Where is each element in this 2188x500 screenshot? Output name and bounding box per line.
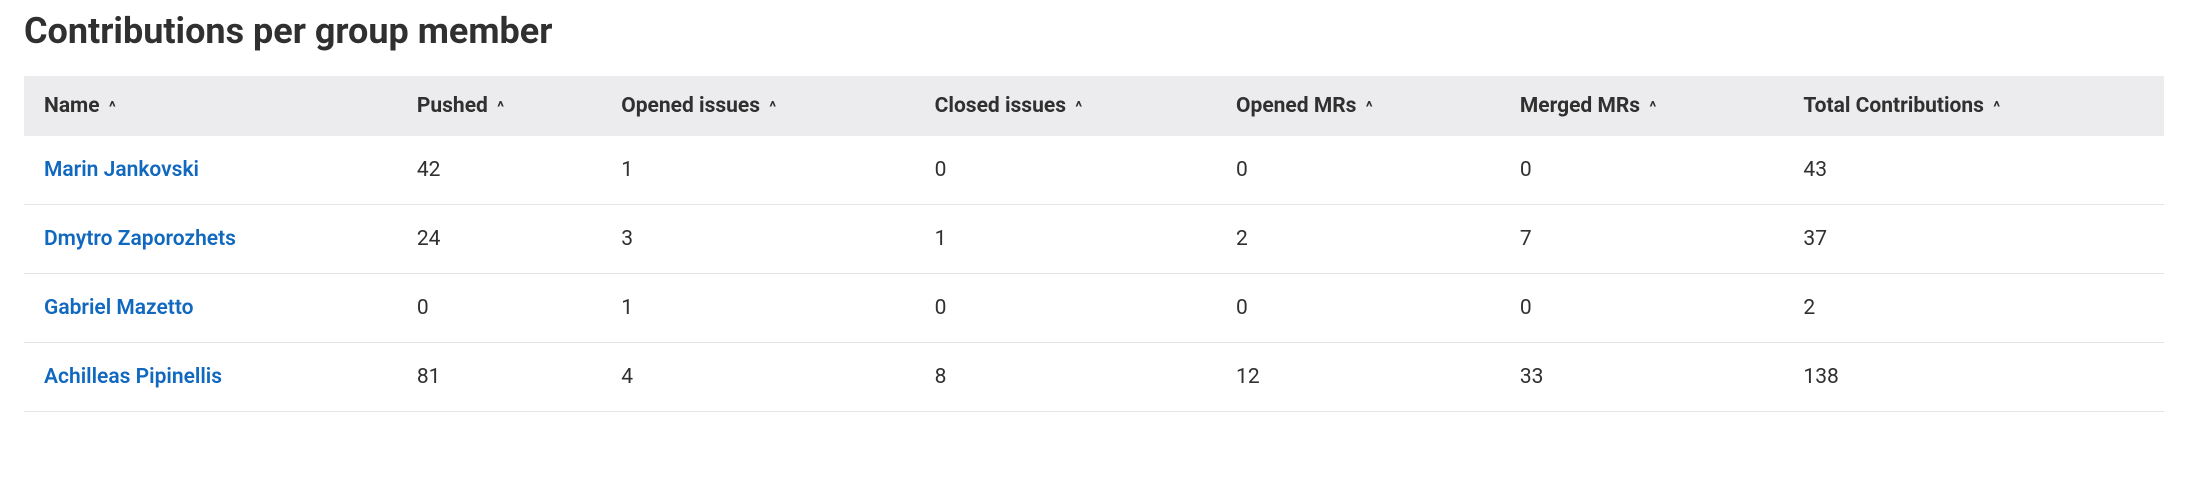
cell-opened-issues: 1 — [601, 136, 914, 205]
cell-pushed: 42 — [397, 136, 601, 205]
column-label: Merged MRs — [1520, 94, 1640, 118]
column-label: Opened MRs — [1236, 94, 1356, 118]
cell-name: Achilleas Pipinellis — [24, 343, 397, 412]
cell-pushed: 81 — [397, 343, 601, 412]
cell-pushed: 24 — [397, 205, 601, 274]
sort-ascending-icon: ^ — [1366, 97, 1373, 116]
cell-closed-issues: 8 — [915, 343, 1216, 412]
cell-opened-issues: 4 — [601, 343, 914, 412]
column-header-opened-issues[interactable]: Opened issues ^ — [601, 76, 914, 136]
cell-total: 2 — [1783, 274, 2164, 343]
column-header-total-contributions[interactable]: Total Contributions ^ — [1783, 76, 2164, 136]
sort-ascending-icon: ^ — [769, 97, 776, 116]
sort-ascending-icon: ^ — [109, 97, 116, 116]
cell-opened-mrs: 0 — [1216, 136, 1500, 205]
sort-ascending-icon: ^ — [1075, 97, 1082, 116]
cell-opened-mrs: 12 — [1216, 343, 1500, 412]
column-label: Closed issues — [935, 94, 1066, 118]
cell-total: 37 — [1783, 205, 2164, 274]
cell-merged-mrs: 7 — [1500, 205, 1784, 274]
member-link[interactable]: Achilleas Pipinellis — [44, 365, 222, 389]
cell-closed-issues: 1 — [915, 205, 1216, 274]
cell-name: Gabriel Mazetto — [24, 274, 397, 343]
cell-closed-issues: 0 — [915, 136, 1216, 205]
sort-ascending-icon: ^ — [1649, 97, 1656, 116]
cell-name: Marin Jankovski — [24, 136, 397, 205]
column-label: Name — [44, 94, 100, 118]
table-row: Achilleas Pipinellis 81 4 8 12 33 138 — [24, 343, 2164, 412]
column-header-name[interactable]: Name ^ — [24, 76, 397, 136]
column-header-closed-issues[interactable]: Closed issues ^ — [915, 76, 1216, 136]
page-title: Contributions per group member — [24, 10, 2164, 52]
column-header-opened-mrs[interactable]: Opened MRs ^ — [1216, 76, 1500, 136]
column-label: Opened issues — [621, 94, 760, 118]
cell-merged-mrs: 0 — [1500, 274, 1784, 343]
column-label: Total Contributions — [1803, 94, 1984, 118]
member-link[interactable]: Dmytro Zaporozhets — [44, 227, 236, 251]
column-label: Pushed — [417, 94, 488, 118]
column-header-merged-mrs[interactable]: Merged MRs ^ — [1500, 76, 1784, 136]
cell-name: Dmytro Zaporozhets — [24, 205, 397, 274]
cell-merged-mrs: 0 — [1500, 136, 1784, 205]
table-header-row: Name ^ Pushed ^ Opened issues ^ Closed i… — [24, 76, 2164, 136]
sort-ascending-icon: ^ — [1993, 97, 2000, 116]
cell-closed-issues: 0 — [915, 274, 1216, 343]
cell-total: 138 — [1783, 343, 2164, 412]
sort-ascending-icon: ^ — [497, 97, 504, 116]
cell-opened-issues: 3 — [601, 205, 914, 274]
table-row: Gabriel Mazetto 0 1 0 0 0 2 — [24, 274, 2164, 343]
member-link[interactable]: Marin Jankovski — [44, 158, 199, 182]
cell-opened-issues: 1 — [601, 274, 914, 343]
cell-pushed: 0 — [397, 274, 601, 343]
cell-opened-mrs: 2 — [1216, 205, 1500, 274]
table-row: Dmytro Zaporozhets 24 3 1 2 7 37 — [24, 205, 2164, 274]
cell-opened-mrs: 0 — [1216, 274, 1500, 343]
cell-total: 43 — [1783, 136, 2164, 205]
cell-merged-mrs: 33 — [1500, 343, 1784, 412]
member-link[interactable]: Gabriel Mazetto — [44, 296, 194, 320]
table-row: Marin Jankovski 42 1 0 0 0 43 — [24, 136, 2164, 205]
column-header-pushed[interactable]: Pushed ^ — [397, 76, 601, 136]
contributions-table: Name ^ Pushed ^ Opened issues ^ Closed i… — [24, 76, 2164, 412]
